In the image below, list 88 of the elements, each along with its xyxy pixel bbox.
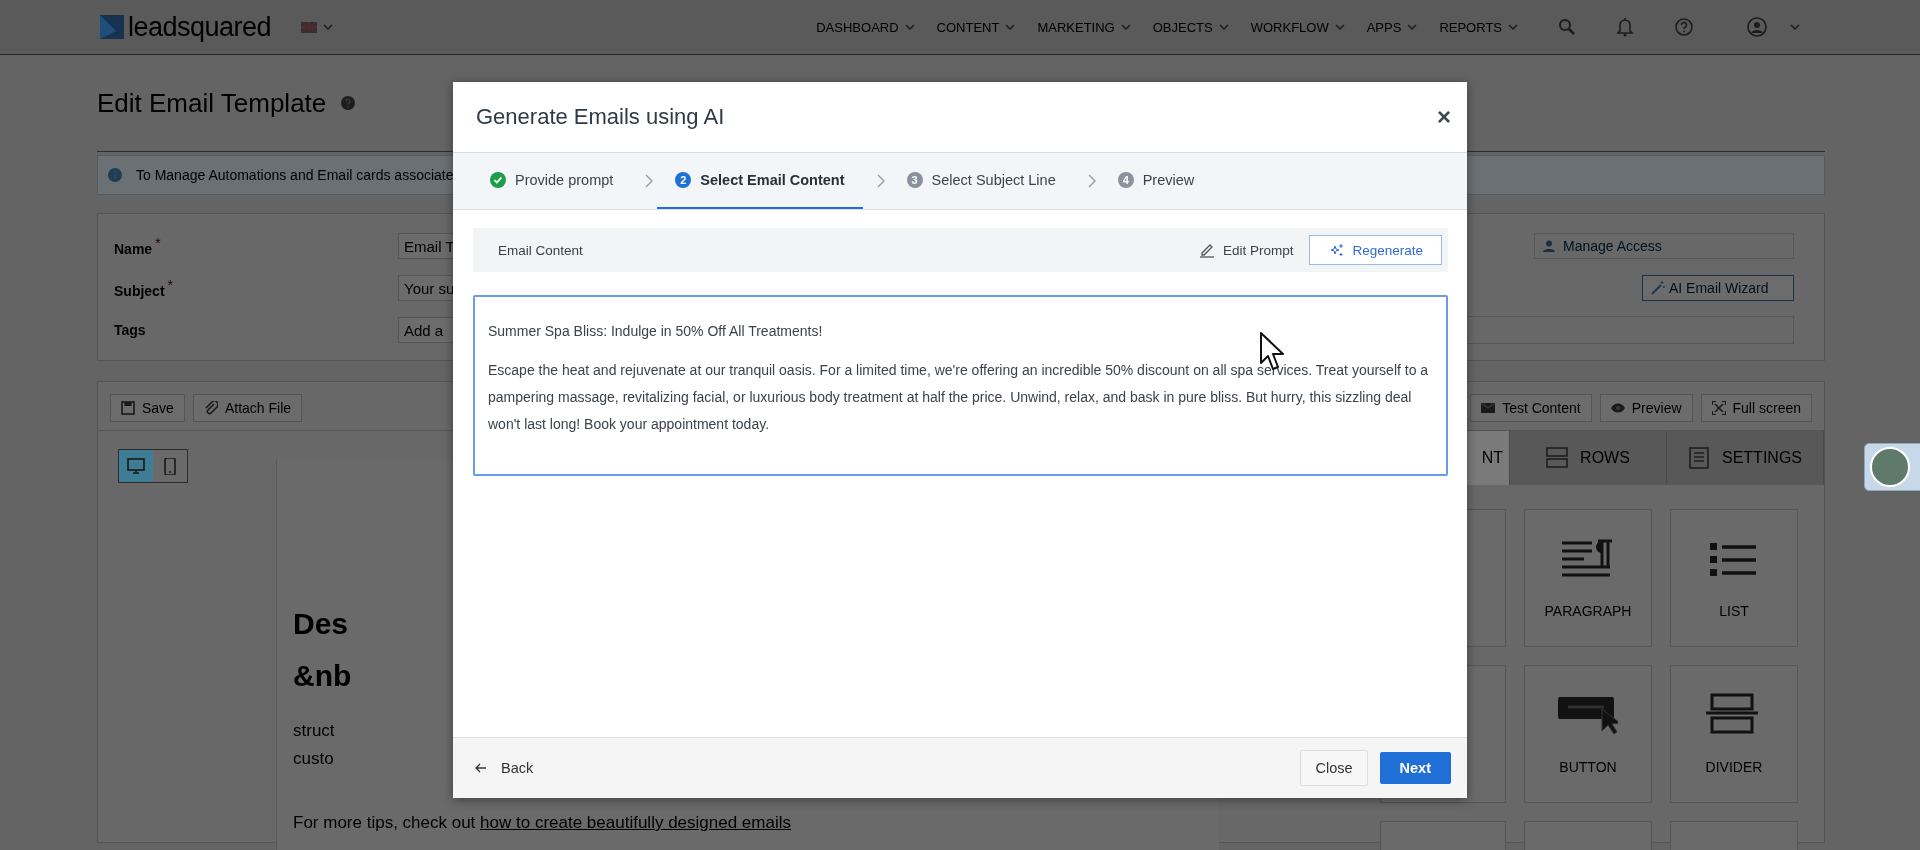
edit-prompt-button[interactable]: Edit Prompt [1198,242,1294,258]
step-number: 3 [906,172,923,188]
block-tile[interactable]: BUTTON [1524,665,1652,803]
flag-icon [301,21,318,33]
heading-text: Des [293,607,349,642]
logo-icon [100,15,124,39]
person-icon [1543,240,1555,252]
eye-icon [1610,401,1625,415]
block-tile[interactable]: PARAGRAPH [1524,509,1652,647]
chevron-right-icon [1087,174,1096,188]
manage-access-label: Manage Access [1563,238,1662,254]
search-icon[interactable] [1558,18,1576,36]
nav-menu-item[interactable]: APPS [1366,19,1418,35]
email-subject-text: Summer Spa Bliss: Indulge in 50% Off All Treatments! [488,323,824,339]
info-text: To Manage Automations and Email cards associate [136,167,454,183]
email-content-field[interactable] [473,295,1448,476]
next-button[interactable]: Next [1379,752,1451,784]
check-circle-icon [490,172,506,188]
heading-text: &nb [293,659,352,694]
document-icon [1688,447,1710,469]
rows-icon [1546,447,1569,469]
step-number: 2 [675,172,692,188]
step-tab[interactable]: 2 Select Email Content [657,153,863,209]
caret-icon [904,23,915,31]
magic-wand-icon [1651,281,1665,295]
page-title: Edit Email Template [97,87,327,119]
regenerate-button[interactable]: Regenerate [1309,235,1442,265]
block-tile[interactable]: DIVIDER [1670,665,1798,803]
caret-icon [1508,23,1518,31]
tips-link[interactable]: how to create beautifully designed emails [480,813,791,832]
chevron-right-icon [645,174,654,188]
toolbar-button[interactable]: Full screen [1700,394,1812,422]
close-button[interactable]: × [1437,105,1451,129]
back-button[interactable]: Back [475,760,534,776]
tile-label: BUTTON [1559,759,1617,775]
device-toggle-button[interactable] [119,450,153,482]
nav-menu-item[interactable]: MARKETING [1037,19,1131,35]
avatar-photo-placeholder [1870,447,1910,487]
close-button[interactable]: Close [1300,750,1368,786]
ai-email-wizard-button[interactable]: AI Email Wizard [1642,275,1794,301]
logo-text: leadsquared [128,11,272,43]
email-body-text: Escape the heat and rejuvenate at our tranquil oasis. For a limited time, we're offering an incredible 50% discount on all spa services. Treat yourself to a pampering massage, revitalizing facial, or luxurious body treatment at half the price. Unwind, relax, and bask in pure bliss. But hurry, this sizzling deal won't last long! Book your appointment today. [488,361,1430,434]
modal-title: Generate Emails using AI [476,104,726,130]
user-icon[interactable] [1746,16,1768,38]
caret-icon [1790,23,1800,31]
step-number: 4 [1117,172,1134,188]
nav-menu-item[interactable]: REPORTS [1439,19,1518,35]
caret-icon [1120,23,1131,31]
expand-icon [1711,401,1726,415]
bell-icon[interactable] [1616,17,1634,37]
info-icon [108,168,122,182]
toolbar-button[interactable]: Save [110,394,185,422]
help-icon[interactable] [340,95,357,111]
step-tab[interactable]: Provide prompt [472,153,632,209]
sparkle-icon [1330,243,1345,257]
nav-menu-item[interactable]: CONTENT [936,19,1016,35]
envelope-icon [1481,401,1496,415]
step-tab[interactable]: 3 Select Subject Line [888,153,1074,209]
body-text: struct [293,720,335,742]
caret-icon [323,23,334,31]
caret-icon [1334,23,1345,31]
section-label: Email Content [498,242,583,258]
step-tab[interactable]: 4 Preview [1099,153,1213,209]
tips-text: For more tips, check out how to create beautifully designed emails [293,813,791,833]
nav-menu-item[interactable]: WORKFLOW [1250,19,1345,35]
nav-menu-item[interactable]: DASHBOARD [816,19,915,35]
caret-icon [1005,23,1016,31]
chat-widget[interactable] [1864,443,1920,491]
tile-label: DIVIDER [1705,759,1763,775]
tile-label: PARAGRAPH [1544,603,1632,619]
toolbar-button[interactable]: Test Content [1470,394,1592,422]
toolbar-button[interactable]: Preview [1599,394,1693,422]
body-text: custo [293,748,334,770]
caret-icon [1218,23,1229,31]
manage-access-field[interactable]: Manage Access [1534,233,1794,259]
tile-label: LIST [1719,603,1749,619]
chevron-right-icon [876,174,885,188]
nav-menu-item[interactable]: OBJECTS [1152,19,1229,35]
field-label: Tags [114,322,147,338]
desktop-icon [127,457,145,475]
mobile-phone-icon [161,457,179,475]
help-icon[interactable] [1674,17,1694,37]
caret-icon [1407,23,1418,31]
toolbar-button[interactable]: Attach File [192,394,303,422]
block-tile[interactable]: LIST [1670,509,1798,647]
paperclip-icon [203,401,218,415]
arrow-left-icon [475,763,487,773]
pencil-icon [1198,242,1215,258]
